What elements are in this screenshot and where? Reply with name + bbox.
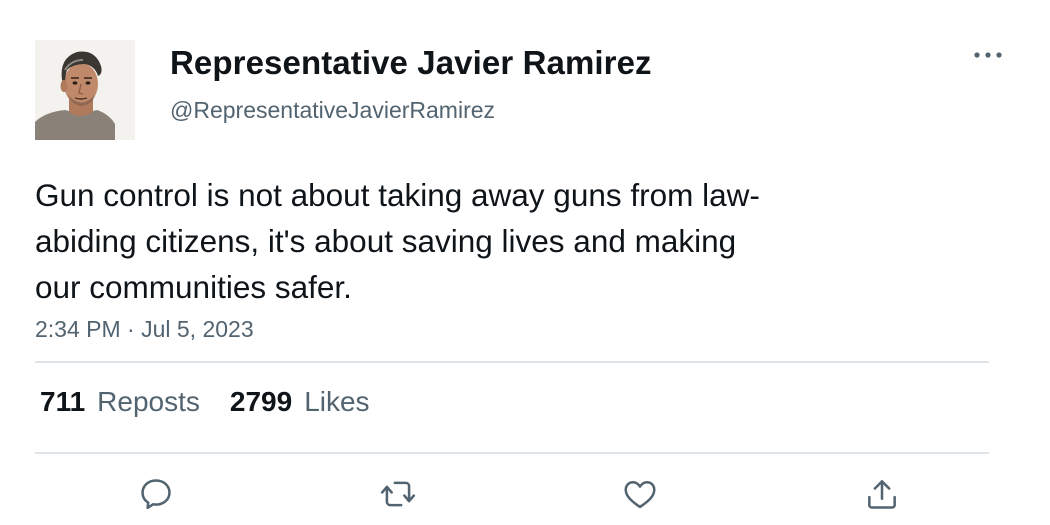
more-horizontal-icon [974,52,1002,58]
reposts-count: 711 [40,386,86,417]
share-button[interactable] [862,474,902,514]
reposts-label: Reposts [97,386,200,417]
avatar[interactable] [35,40,135,140]
tweet-timestamp[interactable]: 2:34 PM · Jul 5, 2023 [35,316,254,343]
reply-button[interactable] [136,474,176,514]
divider [35,361,989,363]
author-handle[interactable]: @RepresentativeJavierRamirez [170,97,495,124]
divider [35,452,989,454]
reposts-stat[interactable]: 711 Reposts [40,386,200,418]
tweet-text: Gun control is not about taking away gun… [35,177,760,305]
likes-stat[interactable]: 2799 Likes [230,386,370,418]
share-upload-icon [868,480,896,509]
engagement-stats: 711 Reposts 2799 Likes [40,386,400,418]
avatar-portrait-icon [35,40,135,140]
likes-label: Likes [304,386,370,417]
repost-button[interactable] [378,474,418,514]
like-button[interactable] [620,474,660,514]
author-display-name[interactable]: Representative Javier Ramirez [170,44,652,82]
heart-icon [624,481,656,509]
repost-arrows-icon [380,481,416,507]
tweet-card: Representative Javier Ramirez @Represent… [0,0,1050,525]
likes-count: 2799 [229,386,293,417]
reply-bubble-icon [141,479,171,510]
more-options-button[interactable] [970,40,1006,70]
